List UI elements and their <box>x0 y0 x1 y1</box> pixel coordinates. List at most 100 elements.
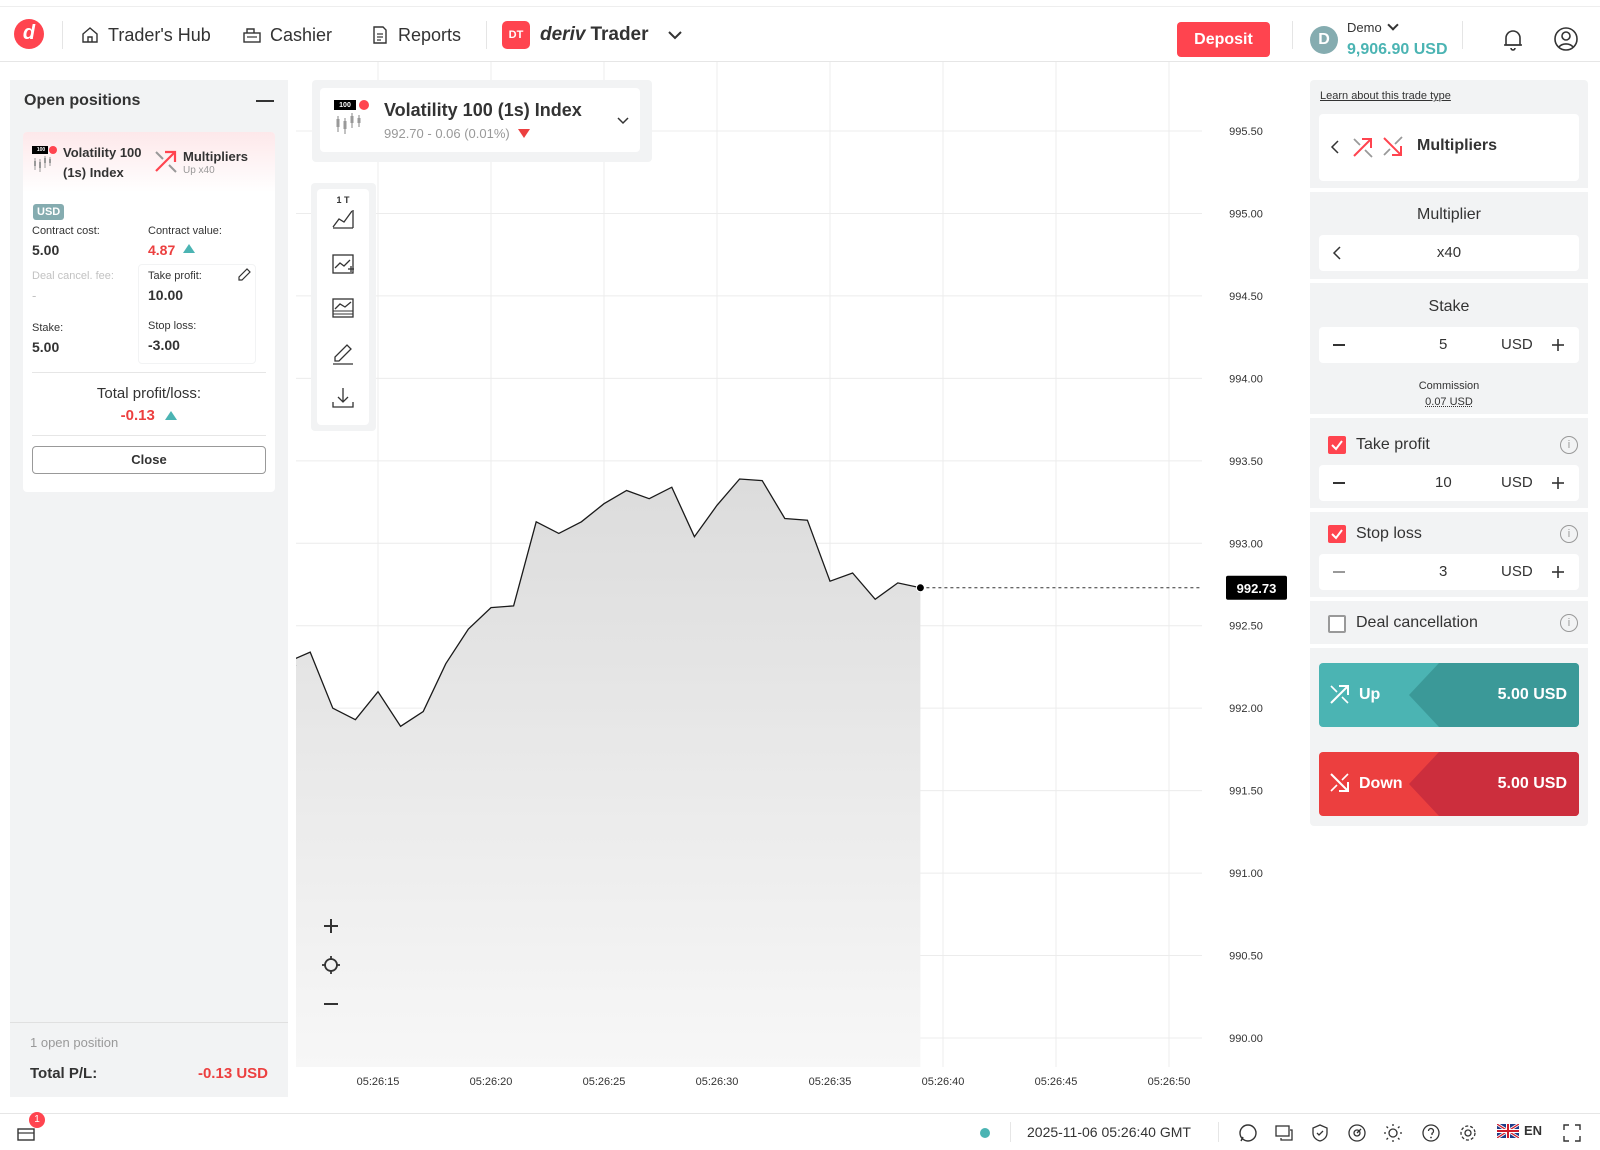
theme-sun-icon[interactable] <box>1383 1123 1403 1143</box>
contract-value-label: Contract value: <box>148 225 222 237</box>
total-profit-loss-row: -0.13 <box>23 407 275 425</box>
contract-cost-label: Contract cost: <box>32 225 100 237</box>
info-icon[interactable]: i <box>1560 525 1578 543</box>
account-type-label: Demo <box>1347 20 1382 35</box>
y-tick-label: 993.50 <box>1229 456 1263 468</box>
market-selector[interactable]: 100 Volatility 100 (1s) Index 992.70 - 0… <box>320 88 640 152</box>
minimize-icon[interactable] <box>256 100 274 102</box>
chevron-down-icon <box>1387 19 1399 31</box>
live-chat-icon[interactable] <box>1274 1123 1294 1143</box>
app-switcher[interactable]: DT deriv Trader <box>502 21 685 49</box>
nav-reports[interactable]: Reports <box>370 21 461 49</box>
indicators-icon[interactable] <box>330 251 356 277</box>
cashier-icon <box>243 28 261 43</box>
section-gap <box>1310 414 1588 418</box>
purchase-down-button[interactable]: Down 5.00 USD <box>1319 752 1579 816</box>
plus-icon[interactable] <box>1551 565 1565 579</box>
close-position-button[interactable]: Close <box>32 446 266 474</box>
chart-type-icon[interactable] <box>330 205 356 231</box>
x-tick-label: 05:26:30 <box>696 1076 739 1088</box>
whatsapp-icon[interactable] <box>1238 1123 1258 1143</box>
section-gap <box>1310 279 1588 283</box>
drawing-tools-icon[interactable] <box>330 340 356 366</box>
account-type[interactable]: Demo <box>1347 19 1399 35</box>
arrow-up-icon <box>183 244 195 253</box>
download-icon[interactable] <box>330 385 356 411</box>
contract-cost-value: 5.00 <box>32 242 60 258</box>
divider <box>1218 1122 1219 1142</box>
stop-loss-input[interactable]: 3 USD <box>1319 554 1579 590</box>
take-profit-input[interactable]: 10 USD <box>1319 465 1579 501</box>
info-icon[interactable]: i <box>1560 436 1578 454</box>
market-quote-row: 992.70 - 0.06 (0.01%) <box>384 125 531 143</box>
y-tick-label: 991.50 <box>1229 786 1263 798</box>
stake-input[interactable]: 5 USD <box>1319 327 1579 363</box>
take-profit-label: Take profit: <box>148 270 202 282</box>
multipliers-down-icon <box>1330 773 1349 792</box>
settings-gear-icon[interactable] <box>1458 1123 1478 1143</box>
check-icon <box>1331 440 1343 451</box>
down-amount: 5.00 USD <box>1497 775 1567 792</box>
nav-traders-hub[interactable]: Trader's Hub <box>80 21 211 49</box>
current-price-label: 992.73 <box>1237 581 1277 596</box>
market-quote: 992.70 - 0.06 (0.01%) <box>384 126 510 141</box>
profile-icon[interactable] <box>1553 26 1579 52</box>
chevron-left-icon <box>1330 140 1339 154</box>
info-icon[interactable]: i <box>1560 614 1578 632</box>
edit-icon[interactable] <box>236 267 252 283</box>
position-card[interactable]: 100 Volatility 100 (1s) Index Multiplier… <box>23 132 275 492</box>
y-tick-label: 994.50 <box>1229 291 1263 303</box>
take-profit-value: 10.00 <box>148 287 184 303</box>
bell-icon[interactable] <box>1500 26 1526 52</box>
stop-loss-label: Stop loss: <box>148 320 197 332</box>
take-profit-currency: USD <box>1501 474 1533 491</box>
minus-icon[interactable] <box>1333 344 1345 346</box>
help-icon[interactable] <box>1421 1123 1441 1143</box>
plus-icon <box>324 919 338 933</box>
deal-cancellation-checkbox[interactable] <box>1328 615 1346 633</box>
zoom-in-button[interactable] <box>318 913 344 939</box>
minus-icon[interactable] <box>1333 571 1345 573</box>
contract-value-value: 4.87 <box>148 242 176 258</box>
plus-icon[interactable] <box>1551 338 1565 352</box>
crosshair-icon <box>322 956 340 974</box>
multipliers-up-icon <box>155 150 177 173</box>
stop-loss-value: 3 <box>1439 563 1448 580</box>
deriv-logo[interactable]: d <box>14 19 44 49</box>
take-profit-checkbox[interactable] <box>1328 436 1346 454</box>
divider <box>10 1022 288 1023</box>
nav-reports-label: Reports <box>398 24 462 45</box>
app-title: deriv Trader <box>540 24 649 46</box>
learn-trade-type-link[interactable]: Learn about this trade type <box>1320 90 1451 102</box>
header-divider <box>62 21 63 49</box>
reset-zoom-button[interactable] <box>318 952 344 978</box>
zoom-out-button[interactable] <box>318 991 344 1017</box>
stake-value: 5.00 <box>32 339 60 355</box>
multiplier-selector[interactable]: x40 <box>1319 235 1579 271</box>
trade-type-selector[interactable]: Multipliers <box>1319 114 1579 181</box>
account-limits-icon[interactable] <box>1347 1123 1367 1143</box>
nav-cashier-label: Cashier <box>270 24 333 45</box>
nav-cashier[interactable]: Cashier <box>242 21 332 49</box>
price-chart[interactable]: 995.50 995.00 994.50 994.00 993.50 993.00 992.… <box>296 62 1306 1110</box>
plus-icon[interactable] <box>1551 476 1565 490</box>
fullscreen-icon[interactable] <box>1562 1123 1582 1143</box>
market-selector-container: 100 Volatility 100 (1s) Index 992.70 - 0… <box>312 80 652 162</box>
stake-currency: USD <box>1501 336 1533 353</box>
stop-loss-checkbox[interactable] <box>1328 525 1346 543</box>
x-tick-label: 05:26:45 <box>1035 1076 1078 1088</box>
arrow-down-icon <box>518 129 531 138</box>
chart-templates-icon[interactable] <box>330 295 356 321</box>
app-brand: deriv <box>540 24 586 45</box>
section-gap <box>1310 188 1588 192</box>
minus-icon[interactable] <box>1333 482 1345 484</box>
deposit-button[interactable]: Deposit <box>1177 22 1270 57</box>
purchase-up-button[interactable]: Up 5.00 USD <box>1319 663 1579 727</box>
responsible-trading-icon[interactable] <box>1310 1123 1330 1143</box>
up-amount: 5.00 USD <box>1497 686 1567 703</box>
demo-currency-icon: D <box>1310 26 1338 54</box>
status-footer: 1 2025-11-06 05:26:40 GMT EN <box>0 1112 1600 1150</box>
trade-type-label: Multipliers <box>183 149 249 164</box>
stake-value: 5 <box>1439 336 1448 353</box>
language-selector[interactable]: EN <box>1497 1123 1542 1138</box>
